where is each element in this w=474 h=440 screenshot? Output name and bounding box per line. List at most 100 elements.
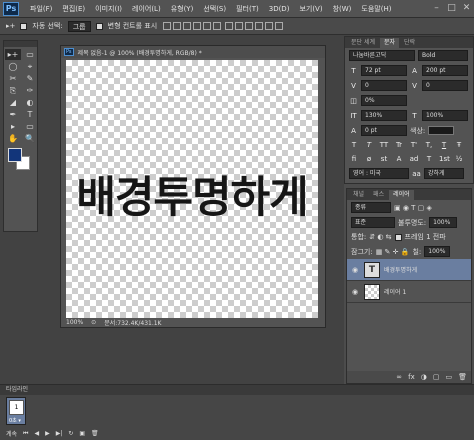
layer-style-icon[interactable]: fx bbox=[408, 373, 415, 381]
duplicate-frame-icon[interactable]: ▣ bbox=[79, 430, 85, 437]
delete-layer-icon[interactable]: 🗑 bbox=[458, 373, 467, 381]
menu-window[interactable]: 창(W) bbox=[328, 4, 357, 14]
minimize-button[interactable]: – bbox=[430, 0, 443, 17]
canvas-text-layer[interactable]: 배경투명하게 bbox=[66, 163, 318, 225]
delete-frame-icon[interactable]: 🗑 bbox=[91, 430, 99, 437]
old-style-button[interactable]: ø bbox=[364, 154, 374, 164]
vertical-scale-field[interactable]: 130% bbox=[361, 110, 407, 121]
move-tool-icon[interactable]: ▸+ bbox=[5, 49, 21, 60]
strikethrough-button[interactable]: Ŧ bbox=[454, 140, 464, 150]
play-icon[interactable]: ▶ bbox=[45, 430, 50, 437]
faux-bold-button[interactable]: T bbox=[349, 140, 359, 150]
small-caps-button[interactable]: Tr bbox=[394, 140, 404, 150]
layer-name[interactable]: 배경투명하게 bbox=[384, 265, 417, 274]
adjustment-layer-icon[interactable]: ◑ bbox=[421, 373, 427, 381]
distribute-bottom-icon[interactable] bbox=[245, 22, 254, 30]
propagate-frame-checkbox[interactable] bbox=[394, 233, 402, 241]
distribute-vcenter-icon[interactable] bbox=[235, 22, 244, 30]
distribute-left-icon[interactable] bbox=[255, 22, 264, 30]
language-dropdown[interactable]: 영어 : 미국 bbox=[349, 168, 409, 179]
first-frame-icon[interactable]: ⏮ bbox=[23, 430, 28, 438]
titling-button[interactable]: T bbox=[424, 154, 434, 164]
tab-layers[interactable]: 레이어 bbox=[389, 190, 414, 200]
fill-field[interactable]: 100% bbox=[424, 246, 451, 257]
ligatures-button[interactable]: fi bbox=[349, 154, 359, 164]
eraser-tool-icon[interactable]: ◢ bbox=[5, 97, 21, 108]
auto-select-checkbox[interactable] bbox=[20, 22, 28, 30]
visibility-eye-icon[interactable]: ◉ bbox=[350, 287, 360, 297]
lock-icons[interactable]: ▦ ✎ ✛ 🔒 bbox=[376, 248, 410, 256]
tab-paths[interactable]: 패스 bbox=[369, 190, 388, 200]
font-style-field[interactable]: Bold bbox=[418, 50, 468, 61]
lasso-tool-icon[interactable]: ◯ bbox=[5, 61, 21, 72]
align-hcenter-icon[interactable] bbox=[203, 22, 212, 30]
faux-italic-button[interactable]: T bbox=[364, 140, 374, 150]
visibility-eye-icon[interactable]: ◉ bbox=[350, 265, 360, 275]
maximize-button[interactable]: □ bbox=[445, 0, 458, 17]
align-top-icon[interactable] bbox=[163, 22, 172, 30]
distribute-hcenter-icon[interactable] bbox=[265, 22, 274, 30]
animation-frame[interactable]: 1 0초 ▾ bbox=[6, 397, 26, 425]
align-left-icon[interactable] bbox=[193, 22, 202, 30]
baseline-shift-field[interactable]: 0 pt bbox=[361, 125, 407, 136]
fractions-button[interactable]: ½ bbox=[454, 154, 464, 164]
frame-delay[interactable]: 0초 ▾ bbox=[9, 417, 21, 424]
foreground-color-swatch[interactable] bbox=[8, 148, 22, 162]
type-tool-icon[interactable]: T bbox=[22, 109, 38, 120]
distribute-top-icon[interactable] bbox=[225, 22, 234, 30]
tracking-field[interactable]: 0 bbox=[422, 80, 468, 91]
close-window-button[interactable]: ✕ bbox=[460, 0, 473, 17]
layer-filter-dropdown[interactable]: 종류 bbox=[351, 202, 391, 213]
document-tab[interactable]: Ps 제목 없음-1 @ 100% (배경투명하게, RGB/8) * bbox=[61, 46, 325, 58]
menu-image[interactable]: 이미지(I) bbox=[90, 4, 127, 14]
menu-help[interactable]: 도움말(H) bbox=[356, 4, 396, 14]
shape-tool-icon[interactable]: ▭ bbox=[22, 121, 38, 132]
move-tool-preset-icon[interactable]: ▸+ bbox=[6, 22, 15, 30]
new-layer-icon[interactable]: ▭ bbox=[445, 373, 452, 381]
layer-row-pixel[interactable]: ◉ 레이어 1 bbox=[347, 281, 471, 303]
hand-tool-icon[interactable]: ✋ bbox=[5, 133, 21, 144]
transform-controls-checkbox[interactable] bbox=[95, 22, 103, 30]
superscript-button[interactable]: T' bbox=[409, 140, 419, 150]
distribute-right-icon[interactable] bbox=[275, 22, 284, 30]
path-select-tool-icon[interactable]: ▸ bbox=[5, 121, 21, 132]
pen-tool-icon[interactable]: ✒ bbox=[5, 109, 21, 120]
zoom-tool-icon[interactable]: 🔍 bbox=[22, 133, 38, 144]
menu-edit[interactable]: 편집(E) bbox=[57, 4, 90, 14]
layer-row-text[interactable]: ◉ T 배경투명하게 bbox=[347, 259, 471, 281]
history-brush-tool-icon[interactable]: ✑ bbox=[22, 85, 38, 96]
font-family-field[interactable]: 나눔바른고딕 bbox=[349, 50, 415, 61]
timeline-title[interactable]: 타임라인 bbox=[0, 385, 474, 395]
menu-view[interactable]: 보기(V) bbox=[294, 4, 327, 14]
underline-button[interactable]: T bbox=[439, 140, 449, 150]
text-color-swatch[interactable] bbox=[428, 126, 455, 135]
percent-field[interactable]: 0% bbox=[361, 95, 407, 106]
marquee-tool-icon[interactable]: ▭ bbox=[22, 49, 38, 60]
menu-type[interactable]: 유형(Y) bbox=[166, 4, 199, 14]
crop-tool-icon[interactable]: ✂ bbox=[5, 73, 21, 84]
kerning-field[interactable]: 0 bbox=[361, 80, 407, 91]
next-frame-icon[interactable]: ▶| bbox=[56, 430, 63, 437]
tab-paragraph-styles[interactable]: 문단 세계 bbox=[347, 38, 379, 48]
menu-filter[interactable]: 필터(T) bbox=[231, 4, 264, 14]
zoom-level[interactable]: 100% bbox=[66, 319, 83, 326]
layer-filter-icons[interactable]: ▣ ◉ T ▢ ◈ bbox=[394, 204, 432, 212]
menu-layer[interactable]: 레이어(L) bbox=[127, 4, 166, 14]
menu-file[interactable]: 파일(F) bbox=[25, 4, 57, 14]
brush-tool-icon[interactable]: ✎ bbox=[22, 73, 38, 84]
swash-button[interactable]: A bbox=[394, 154, 404, 164]
layer-name[interactable]: 레이어 1 bbox=[384, 287, 406, 296]
previous-frame-icon[interactable]: ◀ bbox=[34, 430, 39, 437]
align-right-icon[interactable] bbox=[213, 22, 222, 30]
opacity-field[interactable]: 100% bbox=[429, 217, 458, 228]
auto-select-dropdown[interactable]: 그룹 bbox=[67, 20, 91, 32]
all-caps-button[interactable]: TT bbox=[379, 140, 389, 150]
layer-mask-icon[interactable]: ▢ bbox=[433, 373, 440, 381]
stylistic-alternates-button[interactable]: ad bbox=[409, 154, 419, 164]
discretionary-ligatures-button[interactable]: st bbox=[379, 154, 389, 164]
tab-paragraph[interactable]: 단락 bbox=[400, 38, 419, 48]
menu-select[interactable]: 선택(S) bbox=[198, 4, 231, 14]
align-bottom-icon[interactable] bbox=[183, 22, 192, 30]
align-vcenter-icon[interactable] bbox=[173, 22, 182, 30]
font-size-field[interactable]: 72 pt bbox=[361, 65, 407, 76]
